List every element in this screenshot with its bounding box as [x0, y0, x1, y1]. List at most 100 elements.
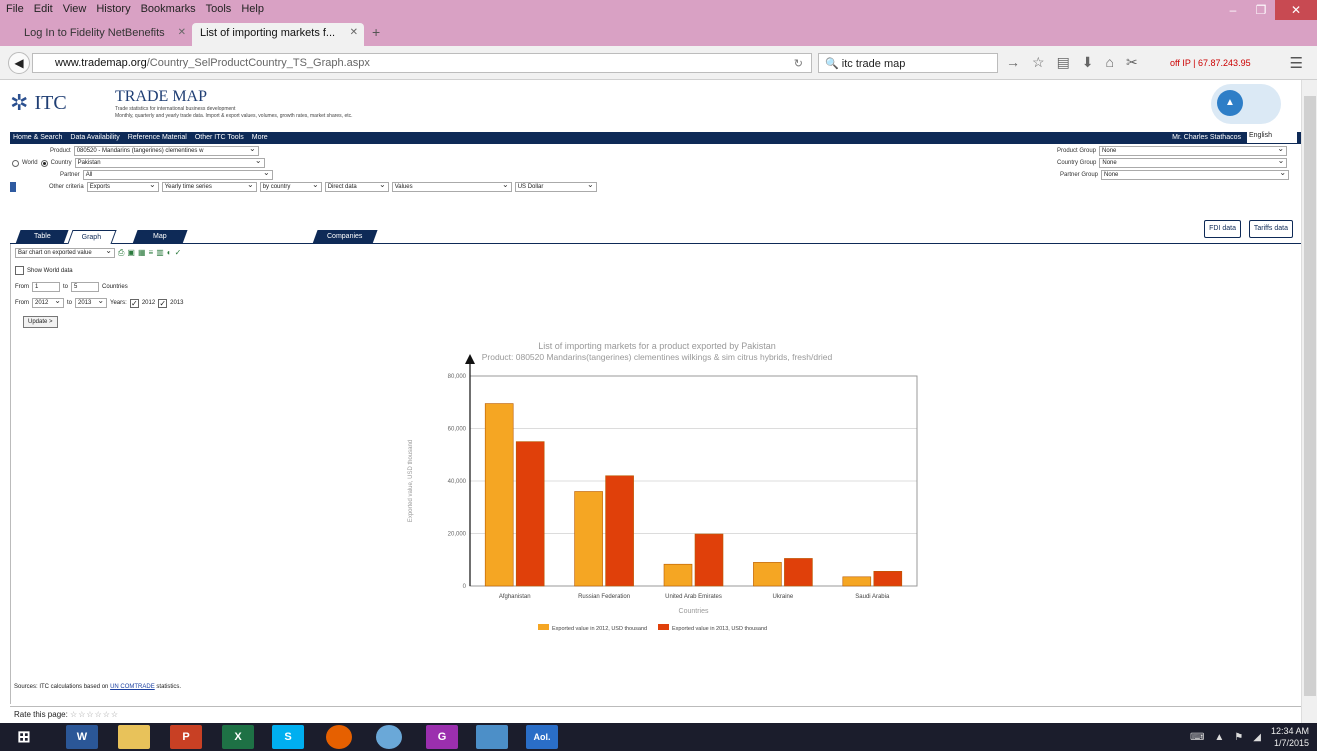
tab-graph-label: Graph — [81, 234, 102, 241]
product-label: Product — [50, 148, 71, 154]
to-year-select[interactable]: 2013 — [75, 297, 108, 308]
close-tab-icon[interactable]: ✕ — [350, 27, 358, 38]
scrollbar-thumb[interactable] — [1304, 96, 1316, 696]
windows-start-icon[interactable]: ⊞ — [8, 725, 40, 749]
menu-view[interactable]: View — [63, 3, 87, 15]
tariffs-data-button[interactable]: Tariffs data — [1248, 220, 1293, 238]
from-year-select[interactable]: 2012 — [32, 297, 64, 308]
home-icon[interactable]: ⌂ — [1106, 54, 1114, 71]
partner-select[interactable]: All — [82, 169, 273, 180]
year-2012-checkbox[interactable]: ✓ — [129, 298, 139, 308]
user-name[interactable]: Mr. Charles Stathacos — [1172, 134, 1241, 141]
year-2013-checkbox[interactable]: ✓ — [158, 298, 168, 308]
clock[interactable]: 12:34 AM 1/7/2015 — [1271, 725, 1309, 749]
search-input[interactable]: 🔍 itc trade map — [818, 53, 998, 73]
reload-icon[interactable]: ↻ — [794, 57, 803, 70]
country-group-select[interactable]: None — [1099, 157, 1288, 168]
legend-label: Exported value in 2012, USD thousand — [552, 626, 647, 632]
rating-stars[interactable]: ☆☆☆☆☆☆ — [70, 710, 119, 719]
skype-app-icon[interactable]: S — [272, 725, 304, 749]
trade-flow-select[interactable]: Exports — [86, 181, 159, 192]
keyboard-icon[interactable]: ⌨ — [1190, 732, 1204, 743]
tab-map[interactable]: Map — [132, 230, 188, 244]
values-select[interactable]: Values — [391, 181, 512, 192]
print-icon[interactable]: ⎙ — [118, 248, 124, 258]
nav-reference-material[interactable]: Reference Material — [128, 134, 187, 141]
copy-icon[interactable]: ▣ — [127, 248, 135, 258]
info-icon[interactable] — [10, 182, 16, 192]
signal-icon[interactable]: ◢ — [1253, 732, 1261, 743]
back-arrow-icon[interactable]: ◀ — [8, 52, 30, 74]
powerpoint-app-icon[interactable]: P — [170, 725, 202, 749]
from-input[interactable]: 1 — [32, 282, 60, 292]
country-radio[interactable] — [40, 159, 48, 167]
by-select[interactable]: by country — [259, 181, 322, 192]
fdi-data-button[interactable]: FDI data — [1204, 220, 1241, 238]
addon-icon[interactable]: ✂ — [1126, 54, 1138, 71]
flag-icon[interactable]: ⚑ — [1234, 732, 1243, 743]
chart-icon[interactable]: ▥ — [156, 248, 164, 258]
new-tab-icon[interactable]: + — [372, 24, 380, 40]
nav-home-search[interactable]: Home & Search — [13, 134, 62, 141]
go-arrow-icon[interactable]: → — [1006, 54, 1020, 71]
main-nav: Home & Search Data Availability Referenc… — [10, 132, 1301, 144]
tray-arrow-icon[interactable]: ▲ — [1214, 732, 1224, 743]
data-type-select[interactable]: Direct data — [324, 181, 389, 192]
currency-select[interactable]: US Dollar — [514, 181, 597, 192]
tab-table[interactable]: Table — [15, 230, 69, 244]
close-tab-icon[interactable]: ✕ — [178, 27, 186, 38]
comtrade-link[interactable]: UN COMTRADE — [110, 684, 155, 690]
tab-graph[interactable]: Graph — [67, 230, 117, 244]
nav-more[interactable]: More — [252, 134, 268, 141]
file-explorer-icon[interactable] — [118, 725, 150, 749]
menu-hamburger-icon[interactable]: ☰ — [1290, 54, 1303, 72]
navigation-bar: ◀ www.trademap.org/Country_SelProductCou… — [0, 46, 1317, 80]
aol-app-icon[interactable]: Aol. — [526, 725, 558, 749]
download-icon[interactable]: ⬇ — [1082, 54, 1094, 71]
url-bar[interactable]: www.trademap.org/Country_SelProductCount… — [32, 53, 812, 73]
reading-list-icon[interactable]: ▤ — [1057, 54, 1070, 71]
check-icon[interactable]: ✓ — [175, 248, 182, 258]
update-button[interactable]: Update > — [23, 316, 58, 328]
chart-type-select[interactable]: Bar chart on exported value — [15, 247, 115, 258]
menu-help[interactable]: Help — [241, 3, 264, 15]
product-group-select[interactable]: None — [1099, 145, 1288, 156]
tab-companies[interactable]: Companies — [312, 230, 378, 244]
world-radio[interactable] — [12, 159, 19, 167]
bar-2013 — [694, 533, 724, 587]
site-header: ✲ ITC TRADE MAP Trade statistics for int… — [0, 80, 1301, 128]
menu-tools[interactable]: Tools — [206, 3, 232, 15]
time-series-select[interactable]: Yearly time series — [161, 181, 257, 192]
to-input[interactable]: 5 — [71, 282, 100, 292]
tab-trademap[interactable]: List of importing markets f... ✕ — [192, 23, 364, 46]
close-window-icon[interactable]: ✕ — [1275, 0, 1317, 20]
product-select[interactable]: 080520 - Mandarins (tangerines) clementi… — [73, 145, 259, 156]
word-app-icon[interactable]: W — [66, 725, 98, 749]
excel-icon[interactable]: ▦ — [138, 248, 146, 258]
minimize-icon[interactable]: – — [1219, 0, 1247, 20]
nav-data-availability[interactable]: Data Availability — [70, 134, 119, 141]
tab-fidelity[interactable]: Log In to Fidelity NetBenefits ✕ — [16, 23, 192, 46]
show-world-checkbox[interactable] — [15, 266, 24, 275]
firefox-app-icon[interactable] — [326, 725, 352, 749]
help-icon[interactable]: ◐ — [167, 248, 172, 258]
y-tick-label: 0 — [463, 584, 467, 590]
excel-app-icon[interactable]: X — [222, 725, 254, 749]
vertical-scrollbar[interactable] — [1301, 80, 1317, 723]
g-app-icon[interactable]: G — [426, 725, 458, 749]
menu-file[interactable]: File — [6, 3, 24, 15]
tab-companies-label: Companies — [327, 233, 363, 240]
maximize-icon[interactable]: ❐ — [1247, 0, 1275, 20]
network-app-icon[interactable] — [476, 725, 508, 749]
itc-logo[interactable]: ✲ ITC — [10, 90, 67, 116]
nav-other-itc-tools[interactable]: Other ITC Tools — [195, 134, 244, 141]
menu-history[interactable]: History — [96, 3, 130, 15]
partner-group-select[interactable]: None — [1101, 169, 1290, 180]
bookmark-star-icon[interactable]: ☆ — [1032, 54, 1045, 71]
text-icon[interactable]: ≡ — [149, 248, 154, 258]
country-select[interactable]: Pakistan — [74, 157, 265, 168]
menu-edit[interactable]: Edit — [34, 3, 53, 15]
language-select[interactable]: English — [1247, 132, 1297, 143]
menu-bookmarks[interactable]: Bookmarks — [141, 3, 196, 15]
globe-app-icon[interactable] — [376, 725, 402, 749]
